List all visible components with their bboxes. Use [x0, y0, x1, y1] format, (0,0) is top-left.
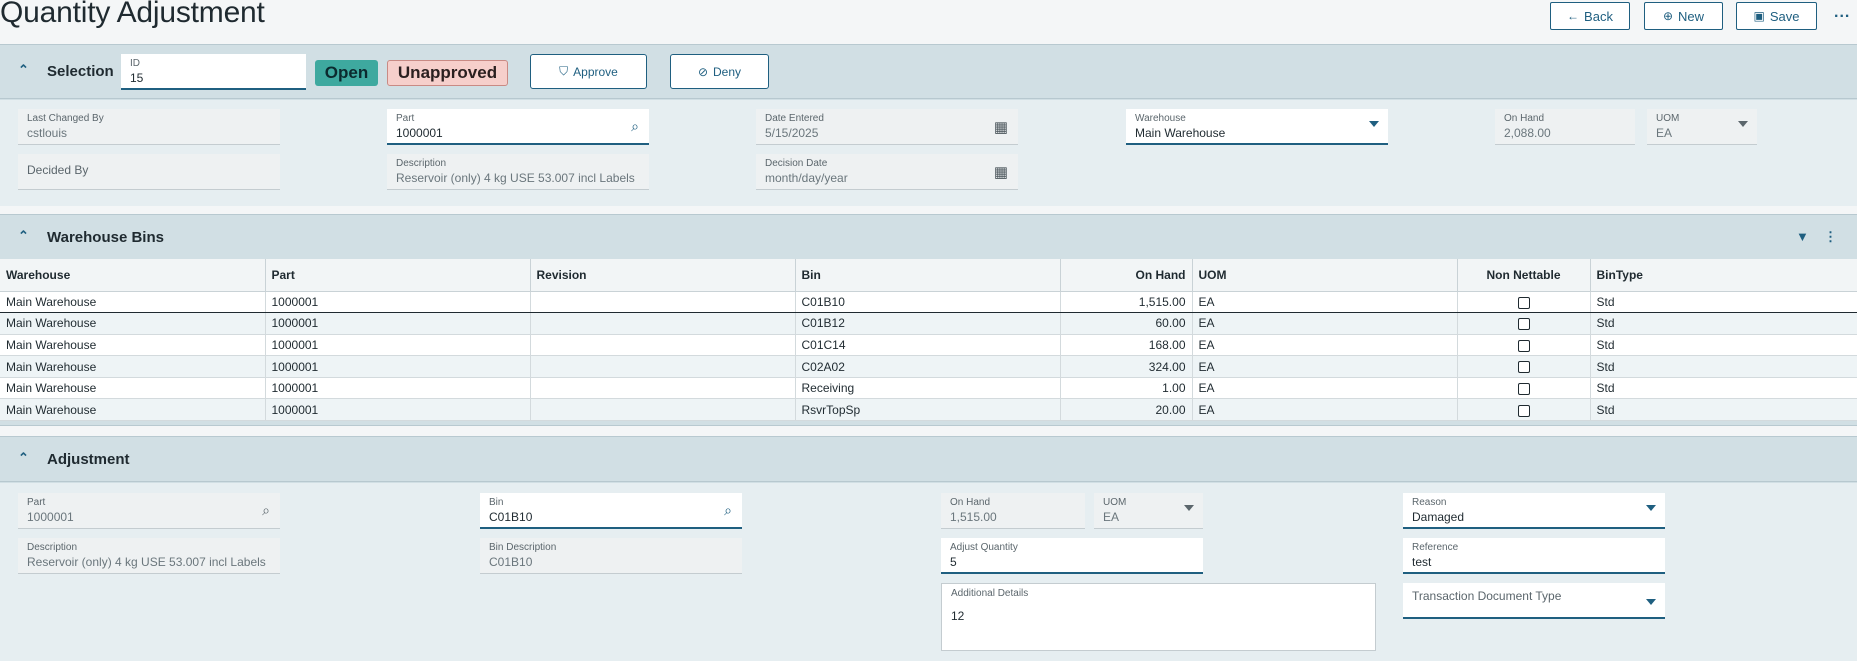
save-icon: ▣ — [1753, 9, 1765, 23]
column-header-on-hand[interactable]: On Hand — [1060, 259, 1193, 292]
warehouse-bins-table: Warehouse Part Revision Bin On Hand UOM … — [0, 259, 1857, 422]
table-row[interactable]: Main Warehouse 1000001 Receiving 1.00 EA S… — [0, 377, 1857, 400]
adjustment-body: Part 1000001 ⌕ Description Reservoir (on… — [0, 483, 1857, 661]
column-header-uom[interactable]: UOM — [1192, 259, 1458, 292]
non-nettable-checkbox[interactable] — [1517, 404, 1530, 417]
non-nettable-checkbox[interactable] — [1517, 383, 1530, 395]
kebab-icon[interactable]: ⋮ — [1824, 229, 1837, 245]
warehouse-bins-title: Warehouse Bins — [47, 229, 164, 246]
adjustment-on-hand-field: On Hand 1,515.00 — [941, 493, 1085, 529]
filter-icon[interactable]: ▼ — [1796, 229, 1809, 244]
decision-date-field[interactable]: Decision Date month/day/year ▦ — [756, 154, 1018, 190]
warehouse-select[interactable]: Warehouse Main Warehouse — [1126, 109, 1388, 145]
column-header-bintype[interactable]: BinType — [1590, 259, 1857, 292]
approve-button[interactable]: ⛉ Approve — [530, 54, 647, 89]
search-icon[interactable]: ⌕ — [724, 502, 732, 519]
non-nettable-checkbox[interactable] — [1517, 361, 1530, 374]
selection-body: Last Changed By cstlouis Decided By Part… — [0, 100, 1857, 206]
page-header: Quantity Adjustment ← Back ⊕ New ▣ Save … — [0, 0, 1857, 44]
search-icon[interactable]: ⌕ — [631, 118, 639, 135]
dropdown-caret-icon — [1646, 599, 1656, 605]
column-header-bin[interactable]: Bin — [795, 259, 1061, 292]
arrow-left-icon: ← — [1567, 9, 1580, 23]
table-row[interactable]: Main Warehouse 1000001 RsvrTopSp 20.00 EA … — [0, 398, 1857, 422]
table-row[interactable]: Main Warehouse 1000001 C01C14 168.00 EA St… — [0, 334, 1857, 357]
adjustment-part-field: Part 1000001 ⌕ — [18, 493, 280, 529]
column-header-part[interactable]: Part — [265, 259, 531, 292]
chevron-up-icon[interactable]: ⌃ — [18, 62, 29, 78]
adjustment-panel: ⌃ Adjustment Part 1000001 ⌕ Description … — [0, 436, 1857, 661]
calendar-icon[interactable]: ▦ — [994, 118, 1008, 136]
non-nettable-checkbox[interactable] — [1517, 296, 1530, 309]
column-header-non-nettable[interactable]: Non Nettable — [1457, 259, 1591, 292]
plus-circle-icon: ⊕ — [1662, 9, 1674, 23]
adjustment-header: ⌃ Adjustment — [0, 437, 1857, 482]
back-button[interactable]: ← Back — [1550, 2, 1630, 30]
adjustment-description-field: Description Reservoir (only) 4 kg USE 53… — [18, 538, 280, 574]
description-field: Description Reservoir (only) 4 kg USE 53… — [387, 154, 649, 190]
shield-slash-icon: ⊘ — [697, 64, 709, 79]
new-button[interactable]: ⊕ New — [1644, 2, 1723, 30]
table-header-row: Warehouse Part Revision Bin On Hand UOM … — [0, 259, 1857, 292]
adjust-quantity-input[interactable]: Adjust Quantity 5 — [941, 538, 1203, 574]
page-title: Quantity Adjustment — [0, 0, 265, 29]
dropdown-caret-icon — [1369, 121, 1379, 127]
table-row[interactable]: Main Warehouse 1000001 C02A02 324.00 EA St… — [0, 355, 1857, 378]
non-nettable-checkbox[interactable] — [1517, 339, 1530, 352]
reason-select[interactable]: Reason Damaged — [1403, 493, 1665, 529]
id-field[interactable]: ID 15 — [121, 54, 306, 90]
dropdown-caret-icon — [1738, 121, 1748, 127]
save-button[interactable]: ▣ Save — [1736, 2, 1817, 30]
table-row[interactable]: Main Warehouse 1000001 C01B10 1,515.00 EA … — [0, 290, 1857, 314]
selection-header: ⌃ Selection ID 15 Open Unapproved ⛉ Appr… — [0, 45, 1857, 99]
additional-details-textarea[interactable]: Additional Details 12 — [941, 583, 1376, 651]
reference-input[interactable]: Reference test — [1403, 538, 1665, 574]
uom-select: UOM EA — [1647, 109, 1757, 145]
search-icon: ⌕ — [262, 502, 270, 518]
on-hand-field: On Hand 2,088.00 — [1495, 109, 1635, 145]
warehouse-bins-header: ⌃ Warehouse Bins — [0, 215, 1857, 260]
adjustment-title: Adjustment — [47, 451, 130, 468]
table-row[interactable]: Main Warehouse 1000001 C01B12 60.00 EA Std — [0, 312, 1857, 335]
adjustment-uom-select: UOM EA — [1094, 493, 1203, 529]
last-changed-by-field: Last Changed By cstlouis — [18, 109, 280, 145]
dropdown-caret-icon — [1184, 505, 1194, 511]
column-header-warehouse[interactable]: Warehouse — [0, 259, 266, 292]
shield-check-icon: ⛉ — [559, 64, 569, 78]
bin-description-field: Bin Description C01B10 — [480, 538, 742, 574]
column-header-revision[interactable]: Revision — [530, 259, 796, 292]
status-badge-unapproved: Unapproved — [387, 60, 508, 86]
transaction-document-type-select[interactable]: Transaction Document Type — [1403, 583, 1665, 619]
decided-by-field: Decided By — [18, 154, 280, 190]
chevron-up-icon[interactable]: ⌃ — [18, 228, 29, 244]
calendar-icon[interactable]: ▦ — [994, 163, 1008, 181]
status-badge-open: Open — [315, 60, 378, 86]
selection-panel: ⌃ Selection ID 15 Open Unapproved ⛉ Appr… — [0, 44, 1857, 206]
selection-title: Selection — [47, 63, 114, 80]
dropdown-caret-icon — [1646, 505, 1656, 511]
more-icon[interactable]: ... — [1834, 4, 1850, 22]
chevron-up-icon[interactable]: ⌃ — [18, 450, 29, 466]
bin-field[interactable]: Bin C01B10 ⌕ — [480, 493, 742, 529]
date-entered-field: Date Entered 5/15/2025 ▦ — [756, 109, 1018, 145]
non-nettable-checkbox[interactable] — [1517, 318, 1530, 331]
deny-button[interactable]: ⊘ Deny — [670, 54, 769, 89]
part-field[interactable]: Part 1000001 ⌕ — [387, 109, 649, 145]
